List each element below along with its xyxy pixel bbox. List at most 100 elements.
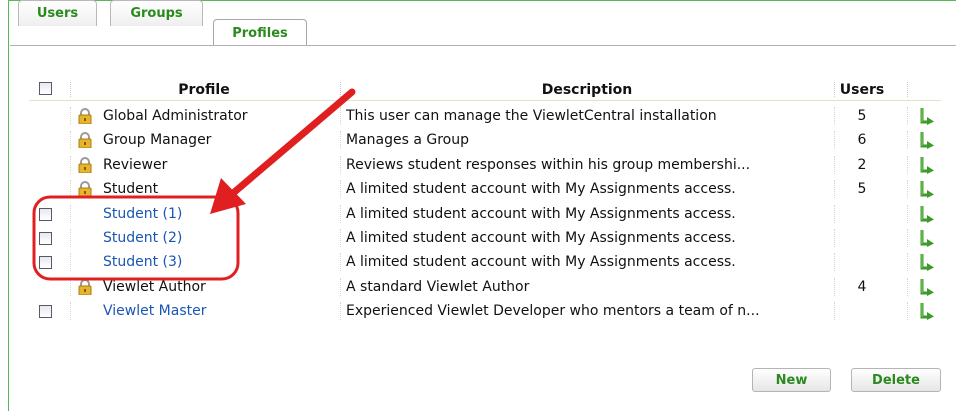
profile-name[interactable]: Viewlet Master	[103, 299, 335, 323]
user-count: 5	[857, 181, 867, 198]
lock-icon	[77, 108, 93, 125]
tab-groups[interactable]: Groups	[110, 0, 203, 26]
profile-name[interactable]: Student (3)	[103, 250, 335, 274]
column-separator	[834, 180, 835, 199]
user-count: 5	[857, 108, 867, 124]
profile-description: A limited student account with My Assign…	[346, 181, 736, 198]
column-separator	[70, 253, 71, 272]
user-count	[836, 250, 888, 274]
table-row[interactable]: Student A limited student account with My…	[29, 177, 941, 201]
lock-icon	[77, 181, 93, 198]
column-header-description[interactable]: Description	[342, 80, 832, 100]
column-separator	[70, 204, 71, 223]
column-separator	[70, 277, 71, 296]
column-separator	[70, 107, 71, 125]
user-count	[836, 299, 888, 323]
column-separator	[907, 204, 908, 223]
user-count	[836, 226, 888, 250]
table-row[interactable]: Viewlet Author A standard Viewlet Author 4	[29, 275, 941, 299]
column-separator	[340, 155, 341, 174]
column-separator	[834, 277, 835, 296]
profile-name: Viewlet Author	[103, 278, 206, 295]
column-separator	[907, 107, 908, 125]
header-separator	[834, 82, 835, 97]
lock-icon	[77, 132, 93, 149]
green-arrow-icon[interactable]	[918, 107, 936, 125]
table-row[interactable]: Student (1) A limited student account wit…	[29, 202, 941, 226]
column-separator	[834, 253, 835, 272]
table-row[interactable]: Reviewer Reviews student responses within…	[29, 153, 941, 177]
profile-description: A standard Viewlet Author	[346, 278, 530, 295]
column-separator	[340, 302, 341, 321]
column-separator	[340, 131, 341, 150]
table-row[interactable]: Student (2) A limited student account wit…	[29, 226, 941, 250]
column-separator	[340, 107, 341, 125]
column-separator	[340, 253, 341, 272]
column-separator	[340, 204, 341, 223]
new-button[interactable]: New	[752, 368, 831, 392]
column-separator	[907, 180, 908, 199]
column-separator	[340, 277, 341, 296]
green-arrow-icon[interactable]	[918, 131, 936, 150]
profile-name: Reviewer	[103, 156, 168, 173]
row-checkbox[interactable]	[39, 256, 52, 270]
column-separator	[907, 302, 908, 321]
green-arrow-icon[interactable]	[918, 302, 936, 321]
user-count: 4	[857, 278, 867, 295]
column-separator	[907, 277, 908, 296]
user-count	[836, 202, 888, 226]
tab-users[interactable]: Users	[18, 0, 97, 26]
table-row[interactable]: Student (3) A limited student account wit…	[29, 250, 941, 274]
column-separator	[340, 180, 341, 199]
column-separator	[834, 302, 835, 321]
column-separator	[907, 155, 908, 174]
column-separator	[907, 253, 908, 272]
user-count: 6	[857, 132, 867, 149]
tab-profiles[interactable]: Profiles	[213, 19, 307, 46]
header-separator	[340, 82, 341, 97]
delete-button[interactable]: Delete	[851, 368, 941, 392]
column-separator	[834, 107, 835, 125]
profile-name[interactable]: Student (2)	[103, 226, 335, 250]
green-arrow-icon[interactable]	[918, 278, 936, 296]
green-arrow-icon[interactable]	[918, 229, 936, 247]
column-separator	[70, 229, 71, 247]
lock-icon	[77, 278, 93, 296]
lock-icon	[77, 156, 93, 174]
column-separator	[834, 229, 835, 247]
profile-description: A limited student account with My Assign…	[346, 254, 736, 271]
table-row[interactable]: Global Administrator This user can manage…	[29, 104, 941, 128]
green-arrow-icon[interactable]	[918, 156, 936, 174]
header-underline	[29, 100, 941, 101]
table-row[interactable]: Group Manager Manages a Group 6	[29, 128, 941, 152]
profile-description: Reviews student responses within his gro…	[346, 156, 751, 173]
profile-name[interactable]: Student (1)	[103, 202, 335, 226]
green-arrow-icon[interactable]	[918, 253, 936, 272]
column-separator	[70, 131, 71, 150]
column-separator	[907, 131, 908, 150]
profile-description: A limited student account with My Assign…	[346, 230, 736, 246]
green-arrow-icon[interactable]	[918, 205, 936, 223]
column-separator	[907, 229, 908, 247]
profile-description: A limited student account with My Assign…	[346, 205, 736, 222]
profile-name: Student	[103, 181, 159, 198]
tab-underline	[10, 45, 956, 46]
profile-description: This user can manage the ViewletCentral …	[346, 108, 717, 124]
header-separator	[70, 82, 71, 97]
row-checkbox[interactable]	[39, 207, 52, 221]
profile-description: Experienced Viewlet Developer who mentor…	[346, 303, 760, 320]
column-separator	[70, 302, 71, 321]
table-row[interactable]: Viewlet Master Experienced Viewlet Develo…	[29, 299, 941, 323]
column-separator	[70, 180, 71, 199]
select-all-checkbox[interactable]	[39, 82, 52, 95]
column-header-users[interactable]: Users	[836, 80, 888, 100]
profile-name: Group Manager	[103, 132, 212, 149]
profile-description: Manages a Group	[346, 132, 470, 149]
green-arrow-icon[interactable]	[918, 180, 936, 199]
column-separator	[70, 155, 71, 174]
row-checkbox[interactable]	[39, 232, 52, 245]
profile-name: Global Administrator	[103, 108, 248, 124]
column-header-profile[interactable]: Profile	[72, 80, 336, 100]
column-separator	[834, 131, 835, 150]
row-checkbox[interactable]	[39, 305, 52, 319]
